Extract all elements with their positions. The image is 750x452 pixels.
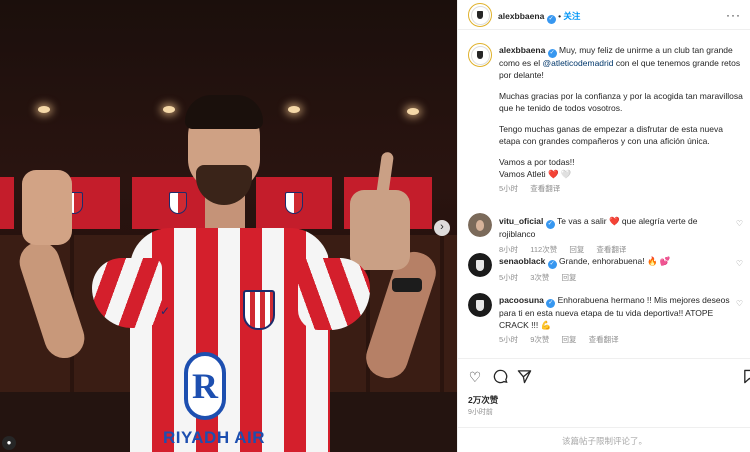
comment-meta: 5小时 9次赞 回复 查看翻译 (499, 334, 733, 346)
reply-link[interactable]: 回复 (562, 335, 577, 344)
author-avatar[interactable] (468, 3, 492, 27)
comment-heart-icon[interactable]: ♡ (736, 219, 743, 228)
verified-badge-icon: ✓ (546, 15, 556, 24)
kit-brand-logo: ✓ (160, 304, 171, 318)
comment-heart-icon[interactable]: ♡ (736, 259, 743, 268)
comment-meta: 5小时 3次赞 回复 (499, 272, 733, 284)
comment-heart-icon[interactable]: ♡ (736, 299, 743, 308)
mention-link[interactable]: @atleticodemadrid (542, 58, 613, 68)
verified-badge-icon: ✓ (547, 49, 557, 58)
likes-count[interactable]: 2万次赞 (468, 394, 498, 406)
comment-item: pacoosuna ✓ Enhorabuena hermano !! Mis m… (468, 291, 743, 351)
caption-paragraph: Vamos a por todas!! (499, 157, 575, 167)
translate-link[interactable]: 查看翻译 (530, 184, 560, 193)
author-username[interactable]: alexbbaena (498, 11, 544, 21)
translate-link[interactable]: 查看翻译 (589, 335, 619, 344)
verified-badge-icon: ✓ (545, 220, 555, 229)
sponsor-logo: R (184, 352, 226, 420)
wristwatch (392, 278, 422, 292)
comment-likes[interactable]: 3次赞 (530, 273, 549, 282)
caption-time[interactable]: 5小时 (499, 184, 518, 193)
heart-icon[interactable]: ♡ (467, 369, 483, 385)
comments-list[interactable]: alexbbaena ✓ Muy, muy feliz de unirme a … (458, 31, 750, 358)
post-header: alexbbaena ✓ • 关注 ··· (458, 0, 750, 30)
comment-item: vitu_oficial ✓ Te vas a salir ❤️ que ale… (468, 213, 743, 254)
comment-text: Grande, enhorabuena! 🔥 💕 (556, 256, 671, 266)
caption-username[interactable]: alexbbaena (499, 45, 545, 55)
bookmark-icon[interactable] (742, 369, 750, 385)
tagged-users-icon[interactable]: ● (2, 436, 16, 450)
more-options-icon[interactable]: ··· (726, 8, 741, 22)
commenter-username[interactable]: pacoosuna (499, 295, 544, 305)
commenter-avatar[interactable] (468, 213, 492, 237)
comment-item: senaoblack ✓ Grande, enhorabuena! 🔥 💕 5小… (468, 253, 743, 289)
post-photo[interactable]: ✓ R RIYADH AIR › ● (0, 0, 457, 452)
follow-button[interactable]: 关注 (563, 11, 580, 21)
comment-likes[interactable]: 9次赞 (530, 335, 549, 344)
verified-badge-icon: ✓ (546, 299, 556, 308)
post-time[interactable]: 9小时前 (468, 407, 493, 417)
comments-restricted-notice: 该篇帖子限制评论了。 (458, 427, 750, 452)
caption: alexbbaena ✓ Muy, muy feliz de unirme a … (468, 41, 743, 201)
commenter-username[interactable]: senaoblack (499, 256, 545, 266)
commenter-avatar[interactable] (468, 253, 492, 277)
comment-time[interactable]: 5小时 (499, 273, 518, 282)
commenter-username[interactable]: vitu_oficial (499, 216, 543, 226)
verified-badge-icon: ✓ (547, 260, 557, 269)
commenter-avatar[interactable] (468, 293, 492, 317)
author-avatar[interactable] (468, 43, 492, 67)
player-figure: ✓ R RIYADH AIR (0, 0, 457, 452)
caption-paragraph: Vamos Atleti ❤️ 🤍 (499, 168, 572, 179)
post-actions: ♡ 2万次赞 9小时前 该篇帖子限制评论了。 (458, 358, 750, 452)
comment-icon[interactable] (492, 369, 508, 385)
club-crest (243, 290, 275, 330)
post-side-panel: alexbbaena ✓ • 关注 ··· alexbbaena ✓ Muy, … (457, 0, 750, 452)
comment-time[interactable]: 5小时 (499, 335, 518, 344)
reply-link[interactable]: 回复 (562, 273, 577, 282)
share-icon[interactable] (516, 369, 532, 385)
caption-paragraph: Tengo muchas ganas de empezar a disfruta… (499, 124, 723, 146)
caption-paragraph: Muchas gracias por la confianza y por la… (499, 91, 743, 113)
next-image-icon[interactable]: › (434, 220, 450, 236)
caption-meta: 5小时 查看翻译 (499, 183, 743, 195)
sponsor-text: RIYADH AIR (163, 428, 265, 447)
